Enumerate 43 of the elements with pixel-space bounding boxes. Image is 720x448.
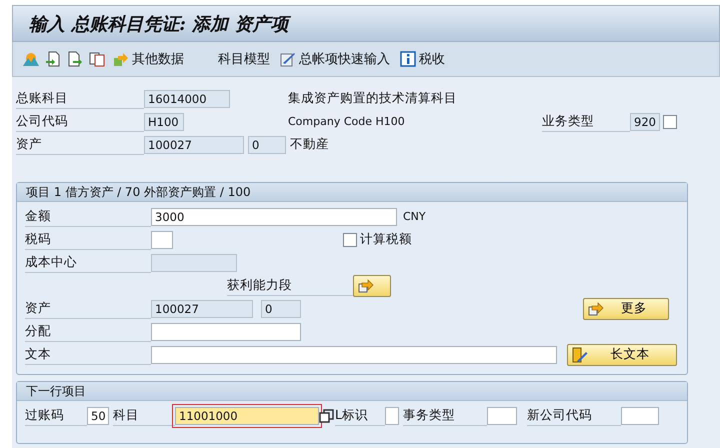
- mountain-sun-icon[interactable]: [23, 51, 39, 67]
- note-pen-icon: [572, 346, 588, 362]
- assignment-field[interactable]: [151, 322, 301, 340]
- posting-key-field[interactable]: 50: [87, 406, 109, 424]
- checkbox-label: 计算税额: [360, 231, 412, 248]
- asset-field[interactable]: 100027: [151, 300, 253, 318]
- account-model-button[interactable]: 科目模型: [216, 49, 272, 69]
- account-description: 集成资产购置的技术清算科目: [288, 90, 457, 107]
- group-title: 下一行项目: [26, 382, 86, 400]
- new-company-code-field[interactable]: [621, 406, 659, 424]
- page-back-icon[interactable]: [45, 51, 61, 67]
- company-description: Company Code H100: [288, 115, 406, 128]
- other-data-button[interactable]: 其他数据: [111, 49, 186, 69]
- business-type-field[interactable]: 920: [630, 112, 660, 130]
- gl-account-field[interactable]: 16014000: [144, 90, 230, 108]
- copy-icon[interactable]: [89, 51, 105, 67]
- long-text-button[interactable]: 长文本: [567, 344, 677, 366]
- more-button[interactable]: 更多: [583, 298, 669, 320]
- asset-subnumber-field[interactable]: 0: [248, 136, 286, 154]
- page-forward-icon[interactable]: [67, 51, 83, 67]
- special-gl-field[interactable]: [385, 406, 399, 424]
- asset-subnumber-field[interactable]: 0: [261, 300, 301, 318]
- pen-icon: [280, 51, 296, 67]
- tax-button[interactable]: 税收: [398, 49, 447, 69]
- transaction-type-field[interactable]: [487, 406, 517, 424]
- currency-label: CNY: [403, 210, 426, 223]
- arrow-icon: [358, 278, 374, 294]
- amount-field[interactable]: 3000: [151, 208, 397, 226]
- arrow-icon: [113, 51, 129, 67]
- text-field[interactable]: [151, 346, 557, 364]
- cost-center-field[interactable]: [151, 254, 237, 272]
- group-title: 项目 1 借方资产 / 70 外部资产购置 / 100: [26, 184, 251, 200]
- checkbox[interactable]: [663, 114, 677, 128]
- profitability-button[interactable]: [353, 274, 391, 296]
- info-icon: [400, 51, 416, 67]
- asset-description: 不動産: [290, 136, 329, 153]
- checkbox[interactable]: [343, 232, 357, 246]
- company-code-field[interactable]: H100: [144, 112, 184, 130]
- value-help-icon[interactable]: [319, 408, 335, 424]
- arrow-icon: [588, 300, 604, 316]
- asset-field[interactable]: 100027: [144, 136, 244, 154]
- tax-code-field[interactable]: [151, 230, 173, 248]
- fast-entry-button[interactable]: 总帐项快速输入: [278, 49, 392, 69]
